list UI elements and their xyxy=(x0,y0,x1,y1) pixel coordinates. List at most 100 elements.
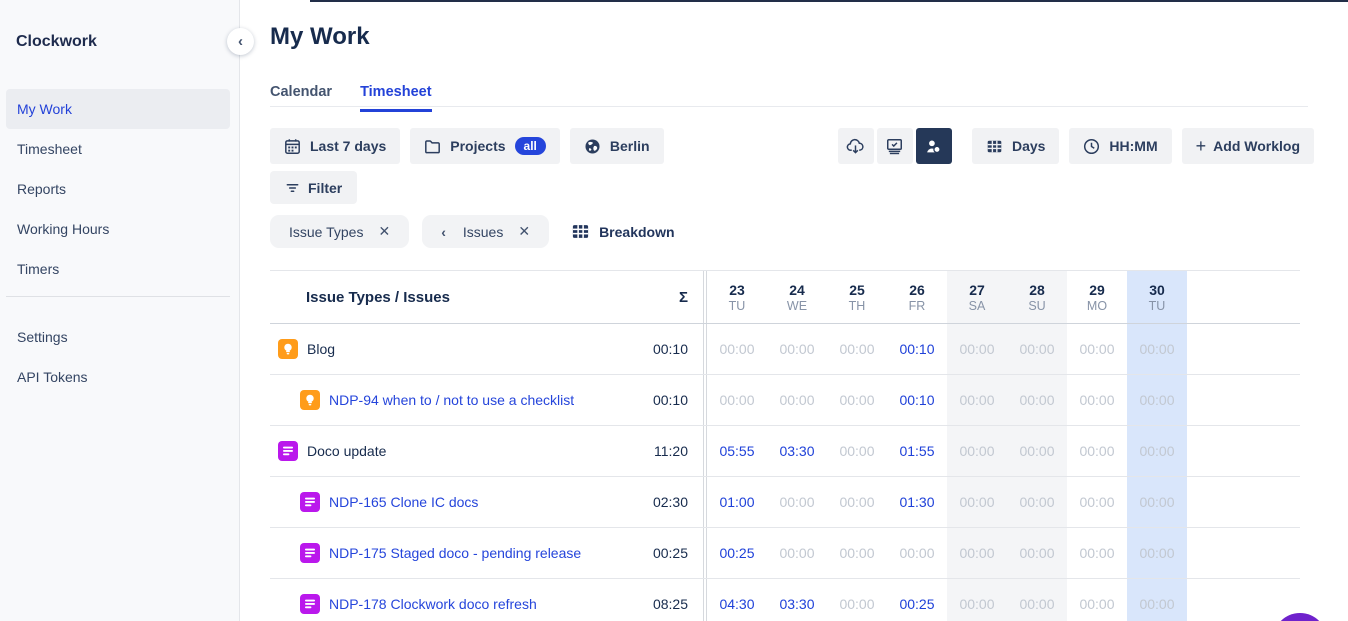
timesheet-cell[interactable]: 03:30 xyxy=(767,579,827,621)
table-row[interactable]: NDP-178 Clockwork doco refresh 08:25 04:… xyxy=(270,579,1300,621)
timesheet-cell[interactable]: 00:00 xyxy=(1067,579,1127,621)
timesheet-cell[interactable]: 00:00 xyxy=(1067,375,1127,425)
timesheet-cell[interactable]: 00:25 xyxy=(707,528,767,578)
timesheet-cell[interactable]: 00:00 xyxy=(1007,579,1067,621)
timesheet-cell[interactable]: 00:00 xyxy=(1127,579,1187,621)
timesheet-cell[interactable]: 00:00 xyxy=(1127,528,1187,578)
sidebar-nav: My Work Timesheet Reports Working Hours … xyxy=(6,89,230,289)
projects-button[interactable]: Projects all xyxy=(410,128,560,164)
row-name-col: Doco update 11:20 xyxy=(270,426,704,476)
timesheet-cell[interactable]: 00:00 xyxy=(1127,375,1187,425)
timesheet-cell[interactable]: 00:00 xyxy=(1127,324,1187,374)
folder-icon xyxy=(424,138,441,155)
day-header-cell: 27 SA xyxy=(947,271,1007,323)
timesheet-cell[interactable]: 00:00 xyxy=(1067,528,1127,578)
timesheet-cell[interactable]: 00:10 xyxy=(887,324,947,374)
row-day-cells: 05:5503:3000:0001:5500:0000:0000:0000:00 xyxy=(706,426,1187,476)
filter-button[interactable]: Filter xyxy=(270,171,357,204)
timesheet-cell[interactable]: 03:30 xyxy=(767,426,827,476)
timesheet-cell[interactable]: 00:00 xyxy=(947,579,1007,621)
user-view-button[interactable] xyxy=(916,128,952,164)
add-worklog-button[interactable]: + Add Worklog xyxy=(1182,128,1314,164)
tab-timesheet[interactable]: Timesheet xyxy=(360,84,431,112)
page-title: My Work xyxy=(270,23,370,51)
export-button[interactable] xyxy=(838,128,874,164)
timesheet-cell[interactable]: 00:00 xyxy=(1007,528,1067,578)
monitor-view-button[interactable] xyxy=(877,128,913,164)
monitor-check-icon xyxy=(885,137,904,156)
issue-link[interactable]: NDP-94 when to / not to use a checklist xyxy=(329,392,574,408)
timezone-button[interactable]: Berlin xyxy=(570,128,664,164)
day-number: 27 xyxy=(969,282,985,298)
sidebar-collapse-button[interactable]: ‹ xyxy=(227,28,254,55)
chip-issue-types[interactable]: Issue Types ✕ xyxy=(270,215,409,248)
timesheet-cell[interactable]: 00:00 xyxy=(1067,426,1127,476)
timesheet-cell[interactable]: 01:00 xyxy=(707,477,767,527)
timesheet-cell[interactable]: 00:00 xyxy=(1007,477,1067,527)
day-header-cell: 30 TU xyxy=(1127,271,1187,323)
projects-all-badge: all xyxy=(515,137,546,155)
timesheet-cell[interactable]: 00:00 xyxy=(1127,426,1187,476)
sidebar-item-my-work[interactable]: My Work xyxy=(6,89,230,129)
timesheet-cell[interactable]: 00:00 xyxy=(947,324,1007,374)
timesheet-cell[interactable]: 00:00 xyxy=(1007,324,1067,374)
chip-issues[interactable]: ‹ Issues ✕ xyxy=(422,215,549,248)
sidebar-item-api-tokens[interactable]: API Tokens xyxy=(6,357,230,397)
timesheet-cell[interactable]: 00:25 xyxy=(887,579,947,621)
table-row[interactable]: NDP-165 Clone IC docs 02:30 01:0000:0000… xyxy=(270,477,1300,528)
timesheet-cell[interactable]: 00:00 xyxy=(767,477,827,527)
sidebar-item-reports[interactable]: Reports xyxy=(6,169,230,209)
filter-icon xyxy=(285,180,300,195)
timesheet-cell[interactable]: 00:00 xyxy=(767,528,827,578)
timesheet-cell[interactable]: 00:00 xyxy=(767,375,827,425)
close-icon[interactable]: ✕ xyxy=(378,223,390,240)
timesheet-cell[interactable]: 00:00 xyxy=(827,528,887,578)
timesheet-cell[interactable]: 00:00 xyxy=(1067,324,1127,374)
timesheet-cell[interactable]: 00:00 xyxy=(767,324,827,374)
timesheet-cell[interactable]: 00:00 xyxy=(1067,477,1127,527)
group-by-days-button[interactable]: Days xyxy=(972,128,1059,164)
issue-link[interactable]: NDP-175 Staged doco - pending release xyxy=(329,545,581,561)
timesheet-cell[interactable]: 00:00 xyxy=(827,375,887,425)
issue-link[interactable]: NDP-178 Clockwork doco refresh xyxy=(329,596,537,612)
sidebar-item-working-hours[interactable]: Working Hours xyxy=(6,209,230,249)
date-range-button[interactable]: Last 7 days xyxy=(270,128,400,164)
timesheet-cell[interactable]: 00:00 xyxy=(1007,426,1067,476)
row-day-cells: 00:0000:0000:0000:1000:0000:0000:0000:00 xyxy=(706,375,1187,425)
breakdown-toggle[interactable]: Breakdown xyxy=(571,222,674,241)
timesheet-cell[interactable]: 00:00 xyxy=(947,426,1007,476)
issue-link[interactable]: NDP-165 Clone IC docs xyxy=(329,494,478,510)
timesheet-cell[interactable]: 00:00 xyxy=(947,375,1007,425)
timesheet-cell[interactable]: 00:00 xyxy=(887,528,947,578)
timesheet-cell[interactable]: 00:00 xyxy=(707,375,767,425)
sidebar-item-settings[interactable]: Settings xyxy=(6,317,230,357)
timesheet-cell[interactable]: 00:00 xyxy=(827,477,887,527)
timesheet-cell[interactable]: 01:30 xyxy=(887,477,947,527)
table-row[interactable]: NDP-94 when to / not to use a checklist … xyxy=(270,375,1300,426)
timesheet-cell[interactable]: 00:10 xyxy=(887,375,947,425)
sidebar-item-timesheet[interactable]: Timesheet xyxy=(6,129,230,169)
timesheet-cell[interactable]: 00:00 xyxy=(707,324,767,374)
timesheet-cell[interactable]: 00:00 xyxy=(827,324,887,374)
timesheet-cell[interactable]: 04:30 xyxy=(707,579,767,621)
row-day-cells: 00:2500:0000:0000:0000:0000:0000:0000:00 xyxy=(706,528,1187,578)
main-content: My Work Calendar Timesheet xyxy=(240,0,1348,621)
table-row[interactable]: Blog 00:10 00:0000:0000:0000:1000:0000:0… xyxy=(270,324,1300,375)
timesheet-cell[interactable]: 00:00 xyxy=(947,477,1007,527)
table-row[interactable]: Doco update 11:20 05:5503:3000:0001:5500… xyxy=(270,426,1300,477)
time-format-button[interactable]: HH:MM xyxy=(1069,128,1171,164)
sidebar-item-timers[interactable]: Timers xyxy=(6,249,230,289)
timesheet-cell[interactable]: 00:00 xyxy=(1127,477,1187,527)
timesheet-cell[interactable]: 00:00 xyxy=(827,426,887,476)
timesheet-cell[interactable]: 00:00 xyxy=(1007,375,1067,425)
timesheet-cell[interactable]: 00:00 xyxy=(947,528,1007,578)
tab-calendar[interactable]: Calendar xyxy=(270,84,332,112)
timesheet-cell[interactable]: 05:55 xyxy=(707,426,767,476)
close-icon[interactable]: ✕ xyxy=(518,223,530,240)
table-row[interactable]: NDP-175 Staged doco - pending release 00… xyxy=(270,528,1300,579)
timesheet-cell[interactable]: 00:00 xyxy=(827,579,887,621)
document-type-icon xyxy=(278,441,298,461)
chevron-left-icon[interactable]: ‹ xyxy=(441,224,446,240)
timesheet-cell[interactable]: 01:55 xyxy=(887,426,947,476)
document-type-icon xyxy=(300,492,320,512)
